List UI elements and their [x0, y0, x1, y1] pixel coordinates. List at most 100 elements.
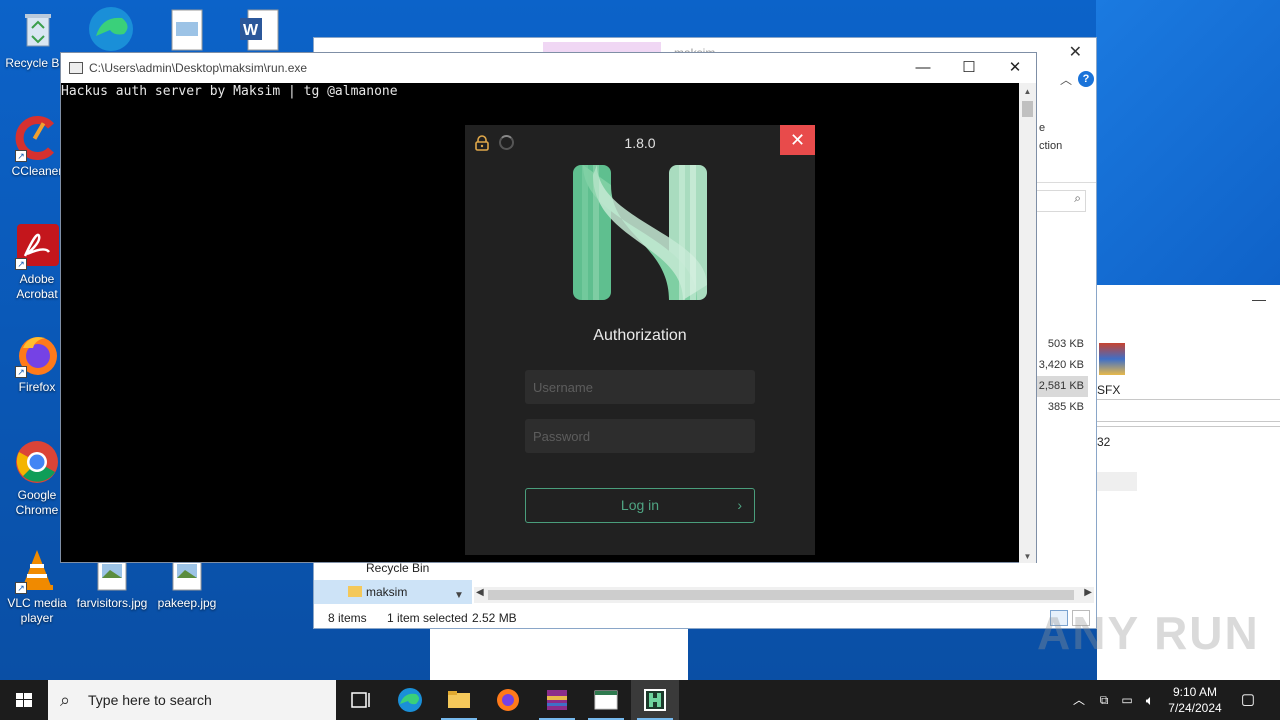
auth-dialog[interactable]: 1.8.0 ✕ Authorization Log in › — [465, 125, 815, 555]
nav-item-label: Recycle Bin — [366, 561, 430, 575]
firefox-icon: ↗ — [15, 332, 59, 378]
scrollbar-thumb[interactable] — [1022, 101, 1033, 117]
taskbar: ⌕ Type here to search ︿ ⧉ ▭ 🔈︎ 9:10 AM 7… — [0, 680, 1280, 720]
password-field[interactable] — [525, 419, 755, 453]
shortcut-arrow-icon: ↗ — [15, 582, 27, 594]
file-size: 503 KB — [1047, 338, 1084, 350]
vertical-scrollbar[interactable]: ▲ ▼ — [1019, 83, 1036, 563]
hackus-logo — [573, 165, 707, 300]
firefox-icon — [497, 689, 519, 711]
desktop-icon-farvisitors[interactable]: farvisitors.jpg — [75, 556, 149, 611]
file-size: 2,581 KB — [1036, 376, 1088, 397]
taskbar-hackus[interactable] — [631, 680, 679, 720]
nav-item-maksim[interactable]: maksim — [314, 580, 472, 604]
console-titlebar[interactable]: C:\Users\admin\Desktop\maksim\run.exe — … — [61, 53, 1036, 83]
auth-heading: Authorization — [593, 327, 687, 344]
ribbon-text: e — [1039, 122, 1046, 134]
svg-text:W: W — [243, 22, 259, 39]
search-input[interactable]: ⌕ — [1036, 190, 1086, 212]
file-size: 385 KB — [1047, 401, 1084, 413]
desktop-icon-pakeep[interactable]: pakeep.jpg — [150, 556, 224, 611]
taskbar-winrar[interactable] — [533, 680, 581, 720]
login-button-label: Log in — [620, 497, 660, 513]
console-output: Hackus auth server by Maksim | tg @alman… — [61, 84, 398, 99]
ribbon-group: e ction — [1036, 92, 1096, 182]
horizontal-scrollbar[interactable]: ◀ ▶ — [474, 587, 1094, 603]
vlc-icon: ↗ — [15, 548, 59, 594]
task-view-button[interactable] — [336, 680, 384, 720]
hackus-icon — [644, 689, 666, 711]
status-size: 2.52 MB — [472, 611, 517, 625]
notification-icon[interactable]: ▢ — [1236, 680, 1260, 720]
edge-icon[interactable] — [88, 6, 134, 52]
scroll-left-icon[interactable]: ◀ — [476, 587, 484, 598]
scrollbar-thumb[interactable] — [488, 590, 1074, 600]
desktop-icon-label: farvisitors.jpg — [76, 596, 148, 610]
taskbar-edge[interactable] — [386, 680, 434, 720]
divider — [1097, 421, 1280, 422]
divider — [1036, 182, 1096, 183]
status-bar: 8 items 1 item selected 2.52 MB — [314, 606, 1096, 630]
scroll-down-icon[interactable]: ▼ — [454, 590, 464, 601]
shortcut-arrow-icon: ↗ — [15, 150, 27, 162]
watermark: ANY RUN — [1037, 607, 1260, 659]
maximize-button[interactable]: ☐ — [946, 53, 992, 83]
taskbar-console[interactable] — [582, 680, 630, 720]
scroll-down-icon[interactable]: ▼ — [1019, 552, 1036, 561]
desktop-icon-label: pakeep.jpg — [157, 596, 217, 610]
device-icon[interactable]: ⧉ — [1095, 680, 1113, 720]
divider — [1097, 426, 1280, 427]
username-field[interactable] — [525, 370, 755, 404]
desktop-icon-label: VLC media player — [7, 596, 67, 625]
app-version: 1.8.0 — [624, 135, 656, 151]
edge-icon — [398, 688, 422, 712]
search-icon: ⌕ — [60, 690, 71, 710]
close-button[interactable]: ✕ — [780, 125, 815, 155]
chevron-up-icon[interactable]: ︿ — [1060, 71, 1072, 88]
file-size-column: 503 KB 3,420 KB 2,581 KB 385 KB — [1036, 334, 1088, 418]
shortcut-arrow-icon: ↗ — [15, 366, 27, 378]
console-icon — [69, 62, 83, 74]
close-icon[interactable]: ✕ — [1069, 42, 1082, 62]
word-icon[interactable]: W — [238, 8, 282, 52]
winrar-sfx-icon — [1099, 343, 1125, 375]
scroll-up-icon[interactable]: ▲ — [1019, 87, 1036, 96]
chrome-icon — [15, 440, 59, 484]
windows-logo-icon — [16, 693, 32, 707]
close-button[interactable]: ✕ — [992, 53, 1038, 83]
scroll-right-icon[interactable]: ▶ — [1084, 587, 1092, 598]
folder-icon — [348, 586, 362, 597]
minimize-button[interactable]: — — [1252, 291, 1266, 307]
acrobat-icon: ↗ — [15, 224, 59, 270]
taskbar-search[interactable]: ⌕ Type here to search — [48, 680, 336, 720]
network-icon[interactable]: ▭ — [1118, 680, 1136, 720]
console-title: C:\Users\admin\Desktop\maksim\run.exe — [89, 61, 308, 75]
navigation-pane: Recycle Bin maksim — [314, 556, 472, 604]
recycle-bin-icon — [15, 8, 59, 52]
taskbar-firefox[interactable] — [484, 680, 532, 720]
file-size: 3,420 KB — [1038, 359, 1084, 371]
start-button[interactable] — [0, 680, 48, 720]
divider — [1097, 399, 1280, 400]
clock-date: 7/24/2024 — [1168, 701, 1222, 715]
file-label: SFX — [1097, 383, 1121, 397]
ccleaner-icon: ↗ — [15, 116, 59, 162]
image-file-icon[interactable] — [168, 8, 206, 52]
taskbar-file-explorer[interactable] — [435, 680, 483, 720]
login-button[interactable]: Log in › — [525, 488, 755, 523]
minimize-button[interactable]: — — [900, 53, 946, 83]
selection-bar — [1097, 472, 1137, 491]
chevron-right-icon: › — [737, 497, 742, 513]
nav-item-label: maksim — [366, 585, 408, 599]
volume-icon[interactable]: 🔈︎ — [1140, 680, 1160, 720]
winrar-icon — [547, 690, 567, 710]
task-view-icon — [351, 692, 370, 708]
shortcut-arrow-icon: ↗ — [15, 258, 27, 270]
status-item-count: 8 items — [328, 611, 367, 625]
status-selected: 1 item selected — [387, 611, 468, 625]
show-hidden-icons-button[interactable]: ︿ — [1070, 680, 1088, 720]
taskbar-clock[interactable]: 9:10 AM 7/24/2024 — [1160, 684, 1230, 716]
help-icon[interactable]: ? — [1078, 71, 1094, 87]
window-region — [430, 629, 688, 680]
cell-value: 32 — [1097, 435, 1111, 449]
